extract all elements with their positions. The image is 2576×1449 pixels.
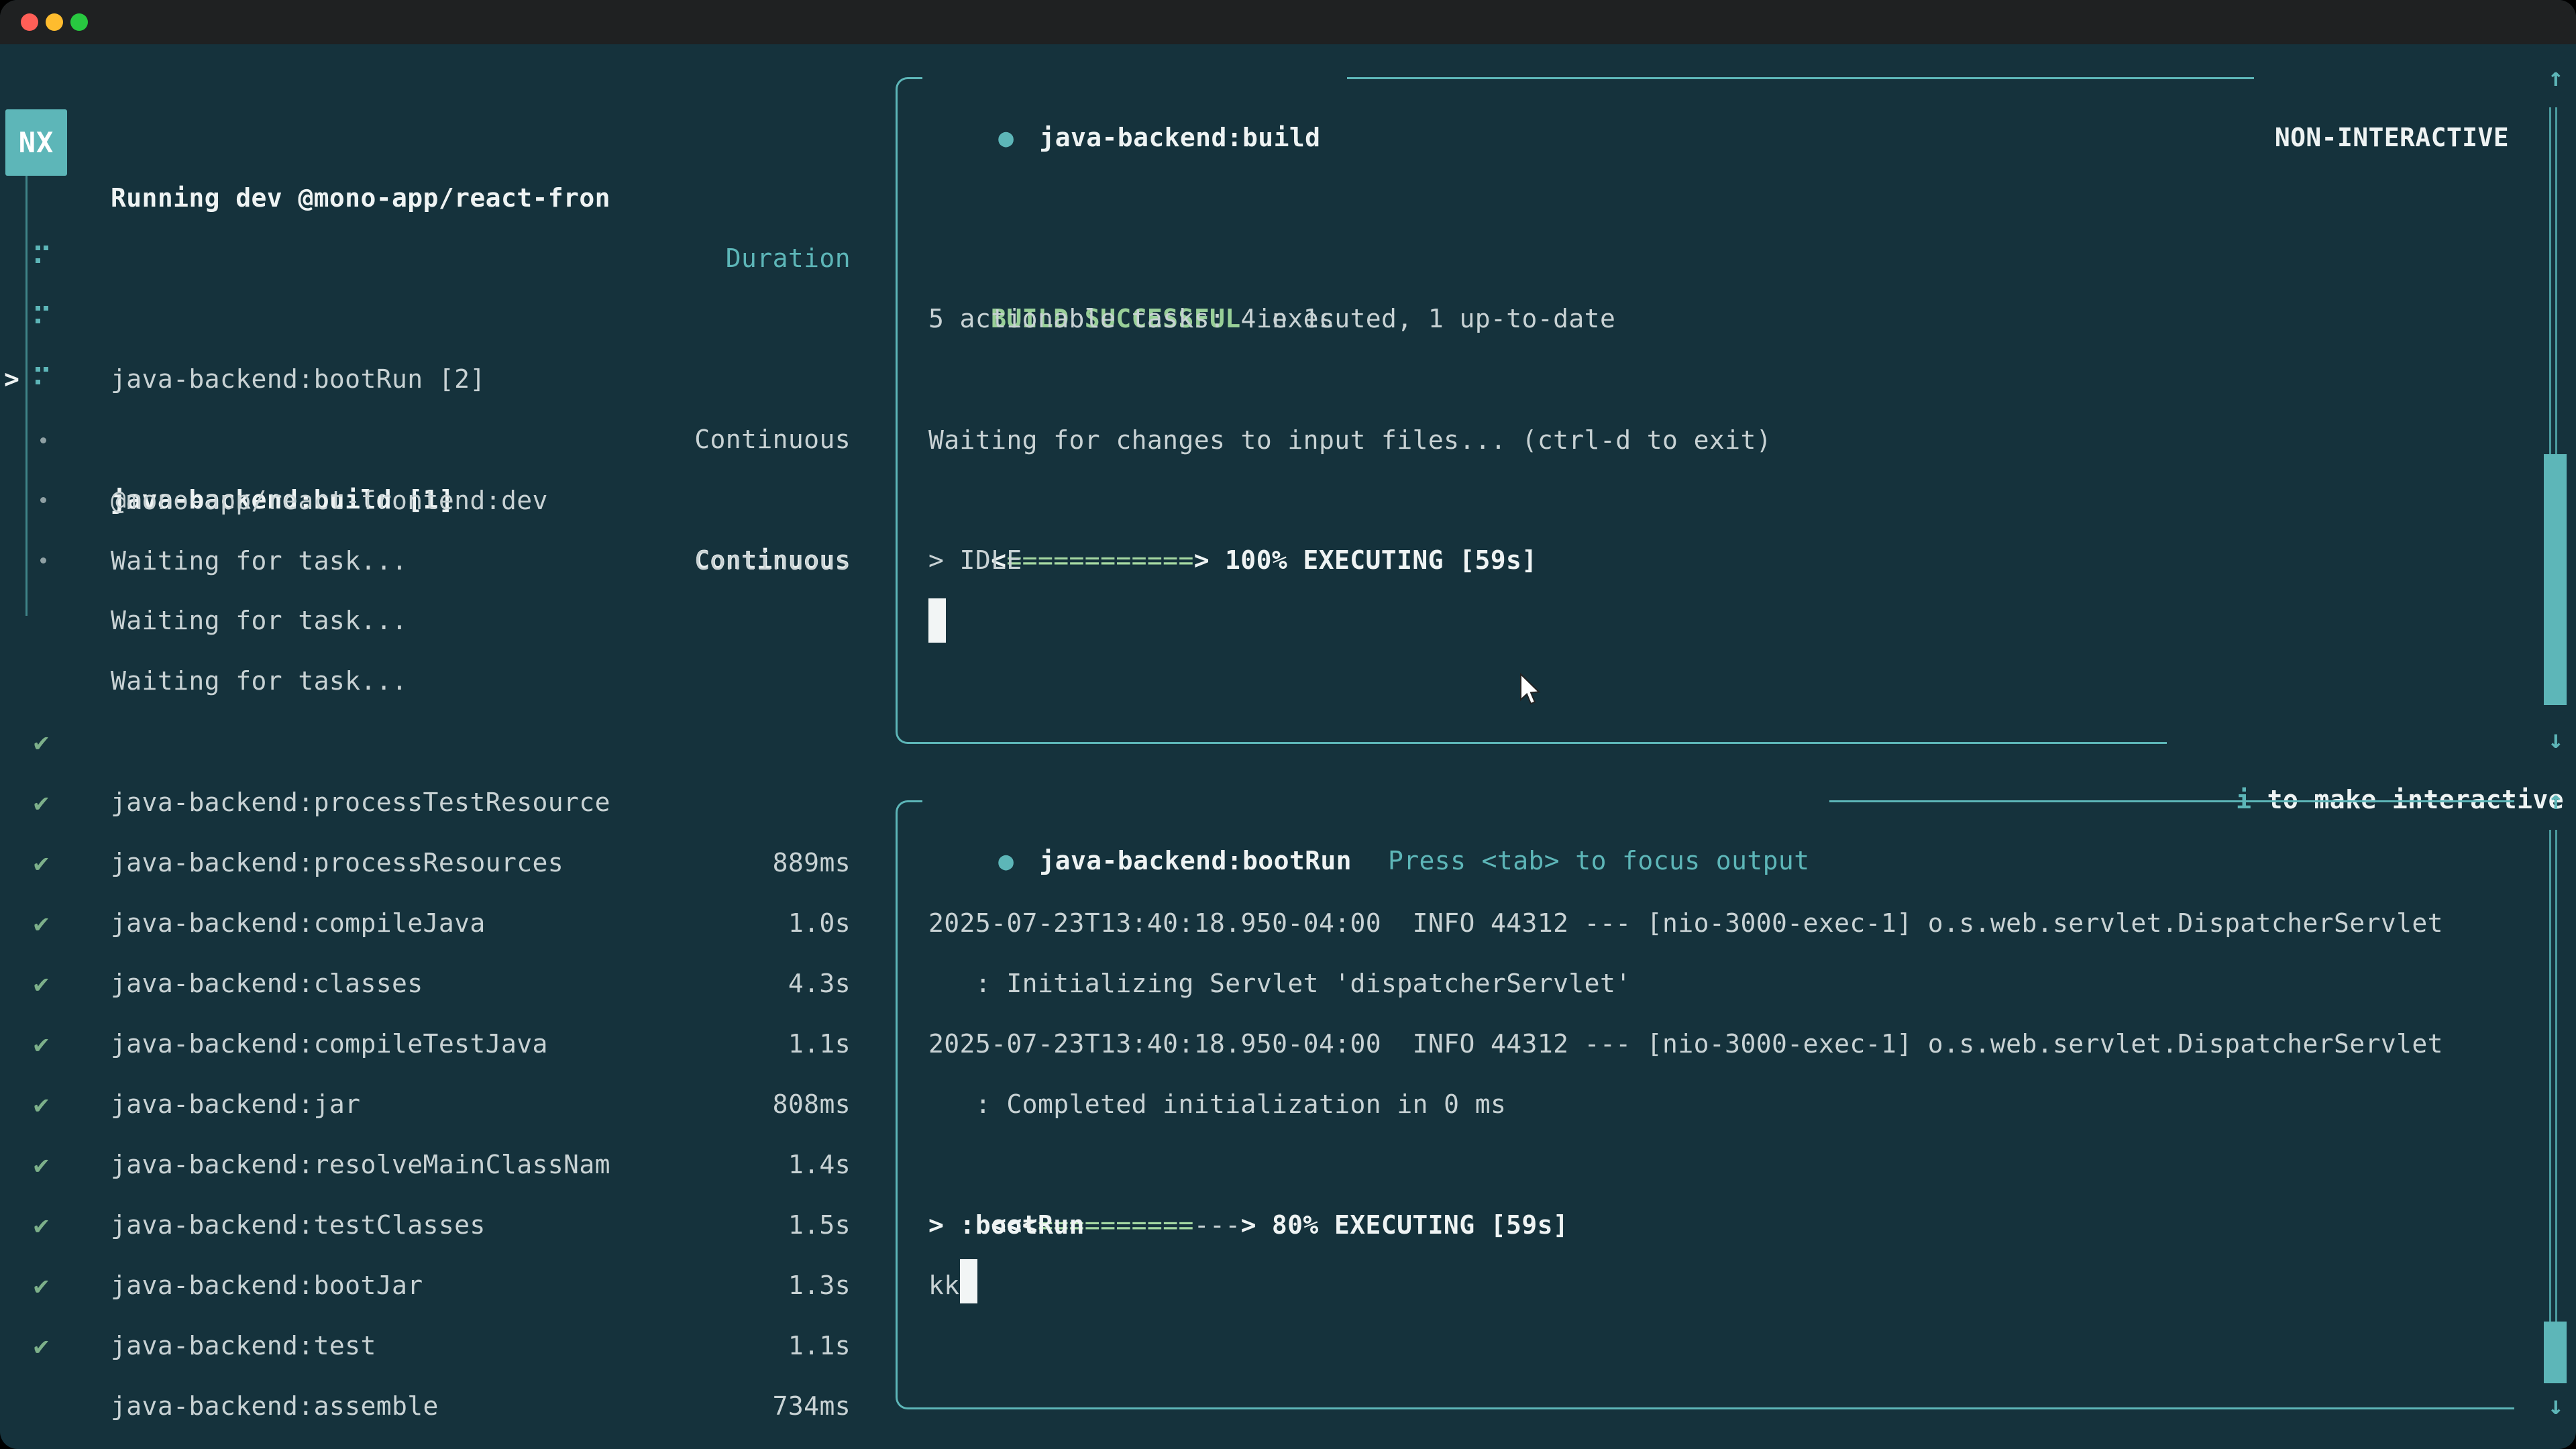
scrollbar-track[interactable] [2549, 830, 2557, 1322]
terminal-window: NX Running dev @mono-app/react-fron Dura… [0, 0, 2576, 1449]
scroll-up-arrow-icon[interactable]: ↑ [2537, 770, 2575, 830]
task-duration: 774ms [773, 1436, 851, 1449]
log-line: 2025-07-23T13:40:18.950-04:00 INFO 44312… [928, 893, 2576, 953]
waiting-dot-icon [40, 497, 46, 503]
waiting-dot-icon [40, 557, 46, 564]
bootrun-input-line[interactable]: kk [928, 1255, 2576, 1316]
scrollbar-thumb[interactable] [2544, 1322, 2567, 1383]
titlebar [0, 0, 2576, 44]
log-line: 2025-07-23T13:40:18.950-04:00 INFO 44312… [928, 1014, 2576, 1074]
task-duration: 1.1s [788, 1316, 851, 1376]
maximize-button[interactable] [70, 13, 88, 31]
task-bullet-icon: ● [998, 846, 1014, 875]
bootrun-prompt-line: > :bootRun [928, 1195, 2576, 1255]
build-progress-line: <============>100% EXECUTING [59s] [928, 470, 2576, 530]
sidebar-title: Running dev @mono-app/react-fron [111, 168, 610, 228]
pane-mode-row: NON-INTERACTIVE [2106, 47, 2509, 107]
check-icon: ✔ [34, 1316, 49, 1376]
terminal-cursor [928, 598, 946, 643]
mode-badge: NON-INTERACTIVE [2275, 123, 2509, 152]
build-pane-title: java-backend:build [1039, 123, 1320, 152]
scrollbar-thumb[interactable] [2544, 454, 2567, 705]
build-waiting-line: Waiting for changes to input files... (c… [928, 410, 2576, 470]
interactive-hint: i to make interactive [2174, 709, 2576, 769]
mouse-pointer-icon [1518, 673, 1545, 708]
waiting-dot-icon [40, 437, 46, 443]
minimize-button[interactable] [46, 13, 63, 31]
build-idle-line: > IDLE [928, 530, 2576, 590]
log-line: : Initializing Servlet 'dispatcherServle… [928, 953, 2576, 1014]
build-tasks-summary: 5 actionable tasks: 4 executed, 1 up-to-… [928, 288, 2576, 349]
task-bullet-icon: ● [998, 123, 1014, 152]
build-success-line: BUILD SUCCESSFUL in 1s [928, 228, 2576, 288]
spinner-icon [36, 367, 49, 390]
build-pane-header[interactable]: ●java-backend:build [922, 47, 1347, 107]
terminal-cursor [960, 1259, 977, 1303]
spinner-icon [36, 306, 49, 329]
bootrun-pane-header[interactable]: ●java-backend:bootRunPress <tab> to focu… [922, 770, 1829, 830]
scroll-down-arrow-icon[interactable]: ↓ [2537, 709, 2575, 769]
close-button[interactable] [21, 13, 38, 31]
scroll-up-arrow-icon[interactable]: ↑ [2537, 47, 2575, 107]
bootrun-progress-line: <<<==========--->80% EXECUTING [59s] [928, 1134, 2576, 1195]
task-name: Waiting for task... [111, 590, 407, 651]
spinner-icon [36, 246, 49, 268]
task-name: java-backend:test [111, 1316, 376, 1376]
scroll-down-arrow-icon[interactable]: ↓ [2537, 1375, 2575, 1436]
focus-output-hint: Press <tab> to focus output [1388, 846, 1810, 875]
bootrun-pane-title: java-backend:bootRun [1039, 846, 1352, 875]
log-line: : Completed initialization in 0 ms [928, 1074, 2576, 1134]
scrollbar-track[interactable] [2549, 107, 2557, 454]
